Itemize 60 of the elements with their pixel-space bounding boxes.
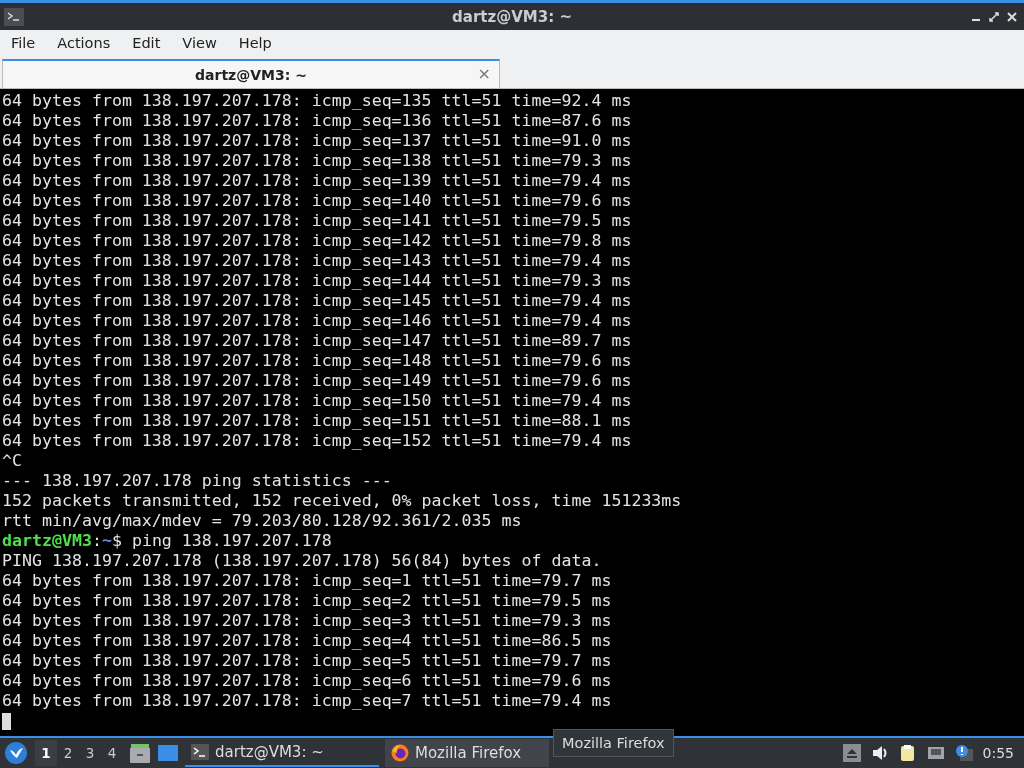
terminal-line: 64 bytes from 138.197.207.178: icmp_seq=7 ttl=51 time=79.4 ms bbox=[2, 691, 613, 711]
terminal-line: --- 138.197.207.178 ping statistics --- bbox=[2, 471, 393, 491]
terminal-line: 152 packets transmitted, 152 received, 0% packet loss, time 151233ms bbox=[2, 491, 683, 511]
terminal-line: 64 bytes from 138.197.207.178: icmp_seq=2 ttl=51 time=79.5 ms bbox=[2, 591, 613, 611]
terminal-tab[interactable]: dartz@VM3: ~ × bbox=[2, 59, 500, 88]
terminal-line: ^C bbox=[2, 451, 23, 471]
firefox-icon bbox=[391, 744, 409, 762]
desktop-switcher-button[interactable]: 4 bbox=[101, 740, 123, 766]
menu-item[interactable]: Help bbox=[227, 35, 283, 51]
terminal-line: 64 bytes from 138.197.207.178: icmp_seq=148 ttl=51 time=79.6 ms bbox=[2, 351, 633, 371]
terminal-line: 64 bytes from 138.197.207.178: icmp_seq=142 ttl=51 time=79.8 ms bbox=[2, 231, 633, 251]
window-title: dartz@VM3: ~ bbox=[452, 7, 572, 26]
taskbar-window-button[interactable]: Mozilla Firefox bbox=[385, 739, 549, 767]
terminal-icon bbox=[4, 7, 24, 26]
clock[interactable]: 0:55 bbox=[982, 745, 1014, 761]
maximize-button[interactable] bbox=[988, 10, 1000, 23]
menu-item[interactable]: Actions bbox=[46, 35, 122, 51]
terminal-line: 64 bytes from 138.197.207.178: icmp_seq=151 ttl=51 time=88.1 ms bbox=[2, 411, 633, 431]
terminal-line: 64 bytes from 138.197.207.178: icmp_seq=139 ttl=51 time=79.4 ms bbox=[2, 171, 633, 191]
terminal-line: 64 bytes from 138.197.207.178: icmp_seq=141 ttl=51 time=79.5 ms bbox=[2, 211, 633, 231]
prompt-line: dartz@VM3:~$ ping 138.197.207.178 bbox=[2, 531, 333, 551]
terminal-line: 64 bytes from 138.197.207.178: icmp_seq=1 ttl=51 time=79.7 ms bbox=[2, 571, 613, 591]
terminal-line: 64 bytes from 138.197.207.178: icmp_seq=135 ttl=51 time=92.4 ms bbox=[2, 91, 633, 111]
terminal-line: 64 bytes from 138.197.207.178: icmp_seq=143 ttl=51 time=79.4 ms bbox=[2, 251, 633, 271]
start-menu-icon[interactable] bbox=[5, 742, 27, 764]
desktop-switcher-button[interactable]: 1 bbox=[35, 740, 57, 766]
tooltip: Mozilla Firefox bbox=[553, 729, 674, 757]
clipboard-icon[interactable] bbox=[898, 744, 917, 762]
terminal-line: PING 138.197.207.178 (138.197.207.178) 56(84) bytes of data. bbox=[2, 551, 603, 571]
terminal-line: 64 bytes from 138.197.207.178: icmp_seq=140 ttl=51 time=79.6 ms bbox=[2, 191, 633, 211]
notification-icon[interactable] bbox=[954, 744, 973, 762]
close-button[interactable] bbox=[1006, 10, 1018, 23]
menu-item[interactable]: View bbox=[171, 35, 228, 51]
desktop-switcher-button[interactable]: 3 bbox=[79, 740, 101, 766]
terminal-line: rtt min/avg/max/mdev = 79.203/80.128/92.361/2.035 ms bbox=[2, 511, 523, 531]
desktop-switcher-button[interactable]: 2 bbox=[57, 740, 79, 766]
network-icon[interactable] bbox=[926, 744, 945, 762]
terminal-line: 64 bytes from 138.197.207.178: icmp_seq=150 ttl=51 time=79.4 ms bbox=[2, 391, 633, 411]
volume-icon[interactable] bbox=[870, 744, 889, 762]
menu-item[interactable]: File bbox=[0, 35, 47, 51]
menu-item[interactable]: Edit bbox=[121, 35, 172, 51]
tab-close-button[interactable]: × bbox=[477, 64, 491, 83]
file-cabinet-icon[interactable] bbox=[129, 743, 151, 763]
terminal-line: 64 bytes from 138.197.207.178: icmp_seq=147 ttl=51 time=89.7 ms bbox=[2, 331, 633, 351]
terminal-line: 64 bytes from 138.197.207.178: icmp_seq=3 ttl=51 time=79.3 ms bbox=[2, 611, 613, 631]
terminal-icon bbox=[191, 743, 209, 761]
terminal-line: 64 bytes from 138.197.207.178: icmp_seq=152 ttl=51 time=79.4 ms bbox=[2, 431, 633, 451]
terminal-line: 64 bytes from 138.197.207.178: icmp_seq=136 ttl=51 time=87.6 ms bbox=[2, 111, 633, 131]
taskbar-window-button[interactable]: dartz@VM3: ~ bbox=[185, 739, 379, 767]
terminal-line: 64 bytes from 138.197.207.178: icmp_seq=138 ttl=51 time=79.3 ms bbox=[2, 151, 633, 171]
terminal-line: 64 bytes from 138.197.207.178: icmp_seq=146 ttl=51 time=79.4 ms bbox=[2, 311, 633, 331]
terminal-line: 64 bytes from 138.197.207.178: icmp_seq=6 ttl=51 time=79.6 ms bbox=[2, 671, 613, 691]
terminal-line: 64 bytes from 138.197.207.178: icmp_seq=145 ttl=51 time=79.4 ms bbox=[2, 291, 633, 311]
eject-icon[interactable] bbox=[842, 744, 861, 762]
terminal-line: 64 bytes from 138.197.207.178: icmp_seq=137 ttl=51 time=91.0 ms bbox=[2, 131, 633, 151]
desktop-icon[interactable] bbox=[157, 743, 179, 763]
terminal-line: 64 bytes from 138.197.207.178: icmp_seq=4 ttl=51 time=86.5 ms bbox=[2, 631, 613, 651]
terminal-line: 64 bytes from 138.197.207.178: icmp_seq=144 ttl=51 time=79.3 ms bbox=[2, 271, 633, 291]
terminal-line: 64 bytes from 138.197.207.178: icmp_seq=5 ttl=51 time=79.7 ms bbox=[2, 651, 613, 671]
terminal-line: 64 bytes from 138.197.207.178: icmp_seq=149 ttl=51 time=79.6 ms bbox=[2, 371, 633, 391]
